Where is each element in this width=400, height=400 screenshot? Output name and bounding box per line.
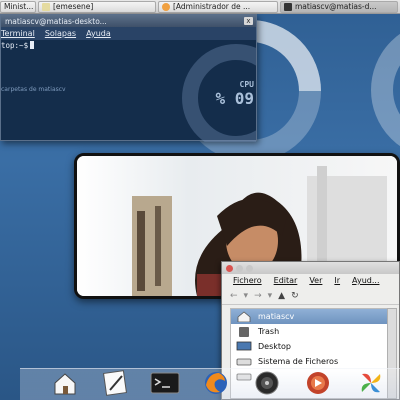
list-item-label: matiascv: [258, 312, 295, 321]
list-item-label: Trash: [258, 327, 280, 336]
wallpaper-gauge-right: [371, 33, 400, 147]
terminal-titlebar[interactable]: matiascv@matias-deskto... x: [1, 15, 256, 27]
close-icon[interactable]: [226, 264, 233, 272]
gauge-value: % 09: [215, 89, 254, 108]
taskbar: Minist... [emesene] [Administrador de ..…: [0, 0, 400, 14]
chevron-down-icon[interactable]: ▾: [268, 291, 273, 301]
menu-ayuda[interactable]: Ayud...: [352, 276, 379, 285]
task-label: matiascv@matias-d...: [295, 2, 377, 11]
terminal-prompt: top:~$: [1, 41, 29, 50]
media-player-icon[interactable]: [305, 370, 331, 396]
list-item-label: Desktop: [258, 342, 291, 351]
close-icon[interactable]: x: [244, 17, 253, 25]
gauge-readout: CPU % 09: [215, 80, 254, 108]
pinwheel-icon[interactable]: [358, 370, 384, 396]
chevron-down-icon[interactable]: ▾: [244, 291, 249, 301]
terminal-title: matiascv@matias-deskto...: [5, 16, 107, 26]
task-label: Minist...: [4, 2, 34, 11]
gauge-label: CPU: [239, 80, 254, 89]
menu-solapas[interactable]: Solapas: [45, 29, 76, 38]
back-icon[interactable]: ←: [230, 291, 238, 301]
drive-icon: [236, 358, 252, 366]
emesene-icon: [42, 2, 50, 11]
menu-ver[interactable]: Ver: [309, 276, 322, 285]
terminal-icon[interactable]: [150, 370, 180, 396]
menu-terminal[interactable]: Terminal: [1, 29, 35, 38]
terminal-menubar: Terminal Solapas Ayuda: [1, 27, 256, 40]
text-editor-icon[interactable]: [102, 370, 128, 396]
file-manager-menubar: Fichero Editar Ver Ir Ayud...: [222, 274, 399, 287]
up-icon[interactable]: ▲: [278, 291, 285, 301]
terminal-ghost-text: carpetas de matiascv: [1, 86, 66, 93]
list-item[interactable]: Sistema de Ficheros: [231, 354, 387, 369]
list-item[interactable]: Desktop: [231, 339, 387, 354]
list-item[interactable]: matiascv: [231, 309, 387, 324]
file-manager-titlebar[interactable]: [222, 262, 399, 274]
terminal-icon: [284, 2, 292, 11]
terminal-body[interactable]: top:~$ carpetas de matiascv CPU % 09: [1, 40, 256, 142]
home-folder-icon: [237, 311, 251, 322]
menu-editar[interactable]: Editar: [274, 276, 298, 285]
file-manager-toolbar: ← ▾ → ▾ ▲ ↻: [222, 287, 399, 305]
minimize-icon[interactable]: [236, 264, 243, 272]
list-item-label: Sistema de Ficheros: [258, 357, 339, 366]
firefox-icon[interactable]: [203, 370, 229, 396]
list-item[interactable]: Trash: [231, 324, 387, 339]
task-administrador[interactable]: [Administrador de ...: [158, 0, 278, 13]
terminal-window[interactable]: matiascv@matias-deskto... x Terminal Sol…: [0, 14, 257, 142]
reload-icon[interactable]: ↻: [291, 291, 299, 301]
disc-icon[interactable]: [254, 370, 280, 396]
text-cursor: [30, 41, 35, 49]
menu-ir[interactable]: Ir: [334, 276, 340, 285]
task-label: [emesene]: [53, 2, 94, 11]
menu-fichero[interactable]: Fichero: [233, 276, 262, 285]
forward-icon[interactable]: →: [254, 291, 262, 301]
maximize-icon[interactable]: [246, 264, 253, 272]
task-label: [Administrador de ...: [173, 2, 251, 11]
home-icon[interactable]: [52, 370, 78, 396]
desktop-icon: [236, 341, 252, 351]
task-terminal[interactable]: matiascv@matias-d...: [280, 0, 398, 13]
task-minist[interactable]: Minist...: [0, 0, 36, 13]
task-emesene[interactable]: [emesene]: [38, 0, 156, 13]
firefox-icon: [162, 2, 170, 11]
trash-icon: [239, 327, 249, 337]
menu-ayuda[interactable]: Ayuda: [86, 29, 111, 38]
